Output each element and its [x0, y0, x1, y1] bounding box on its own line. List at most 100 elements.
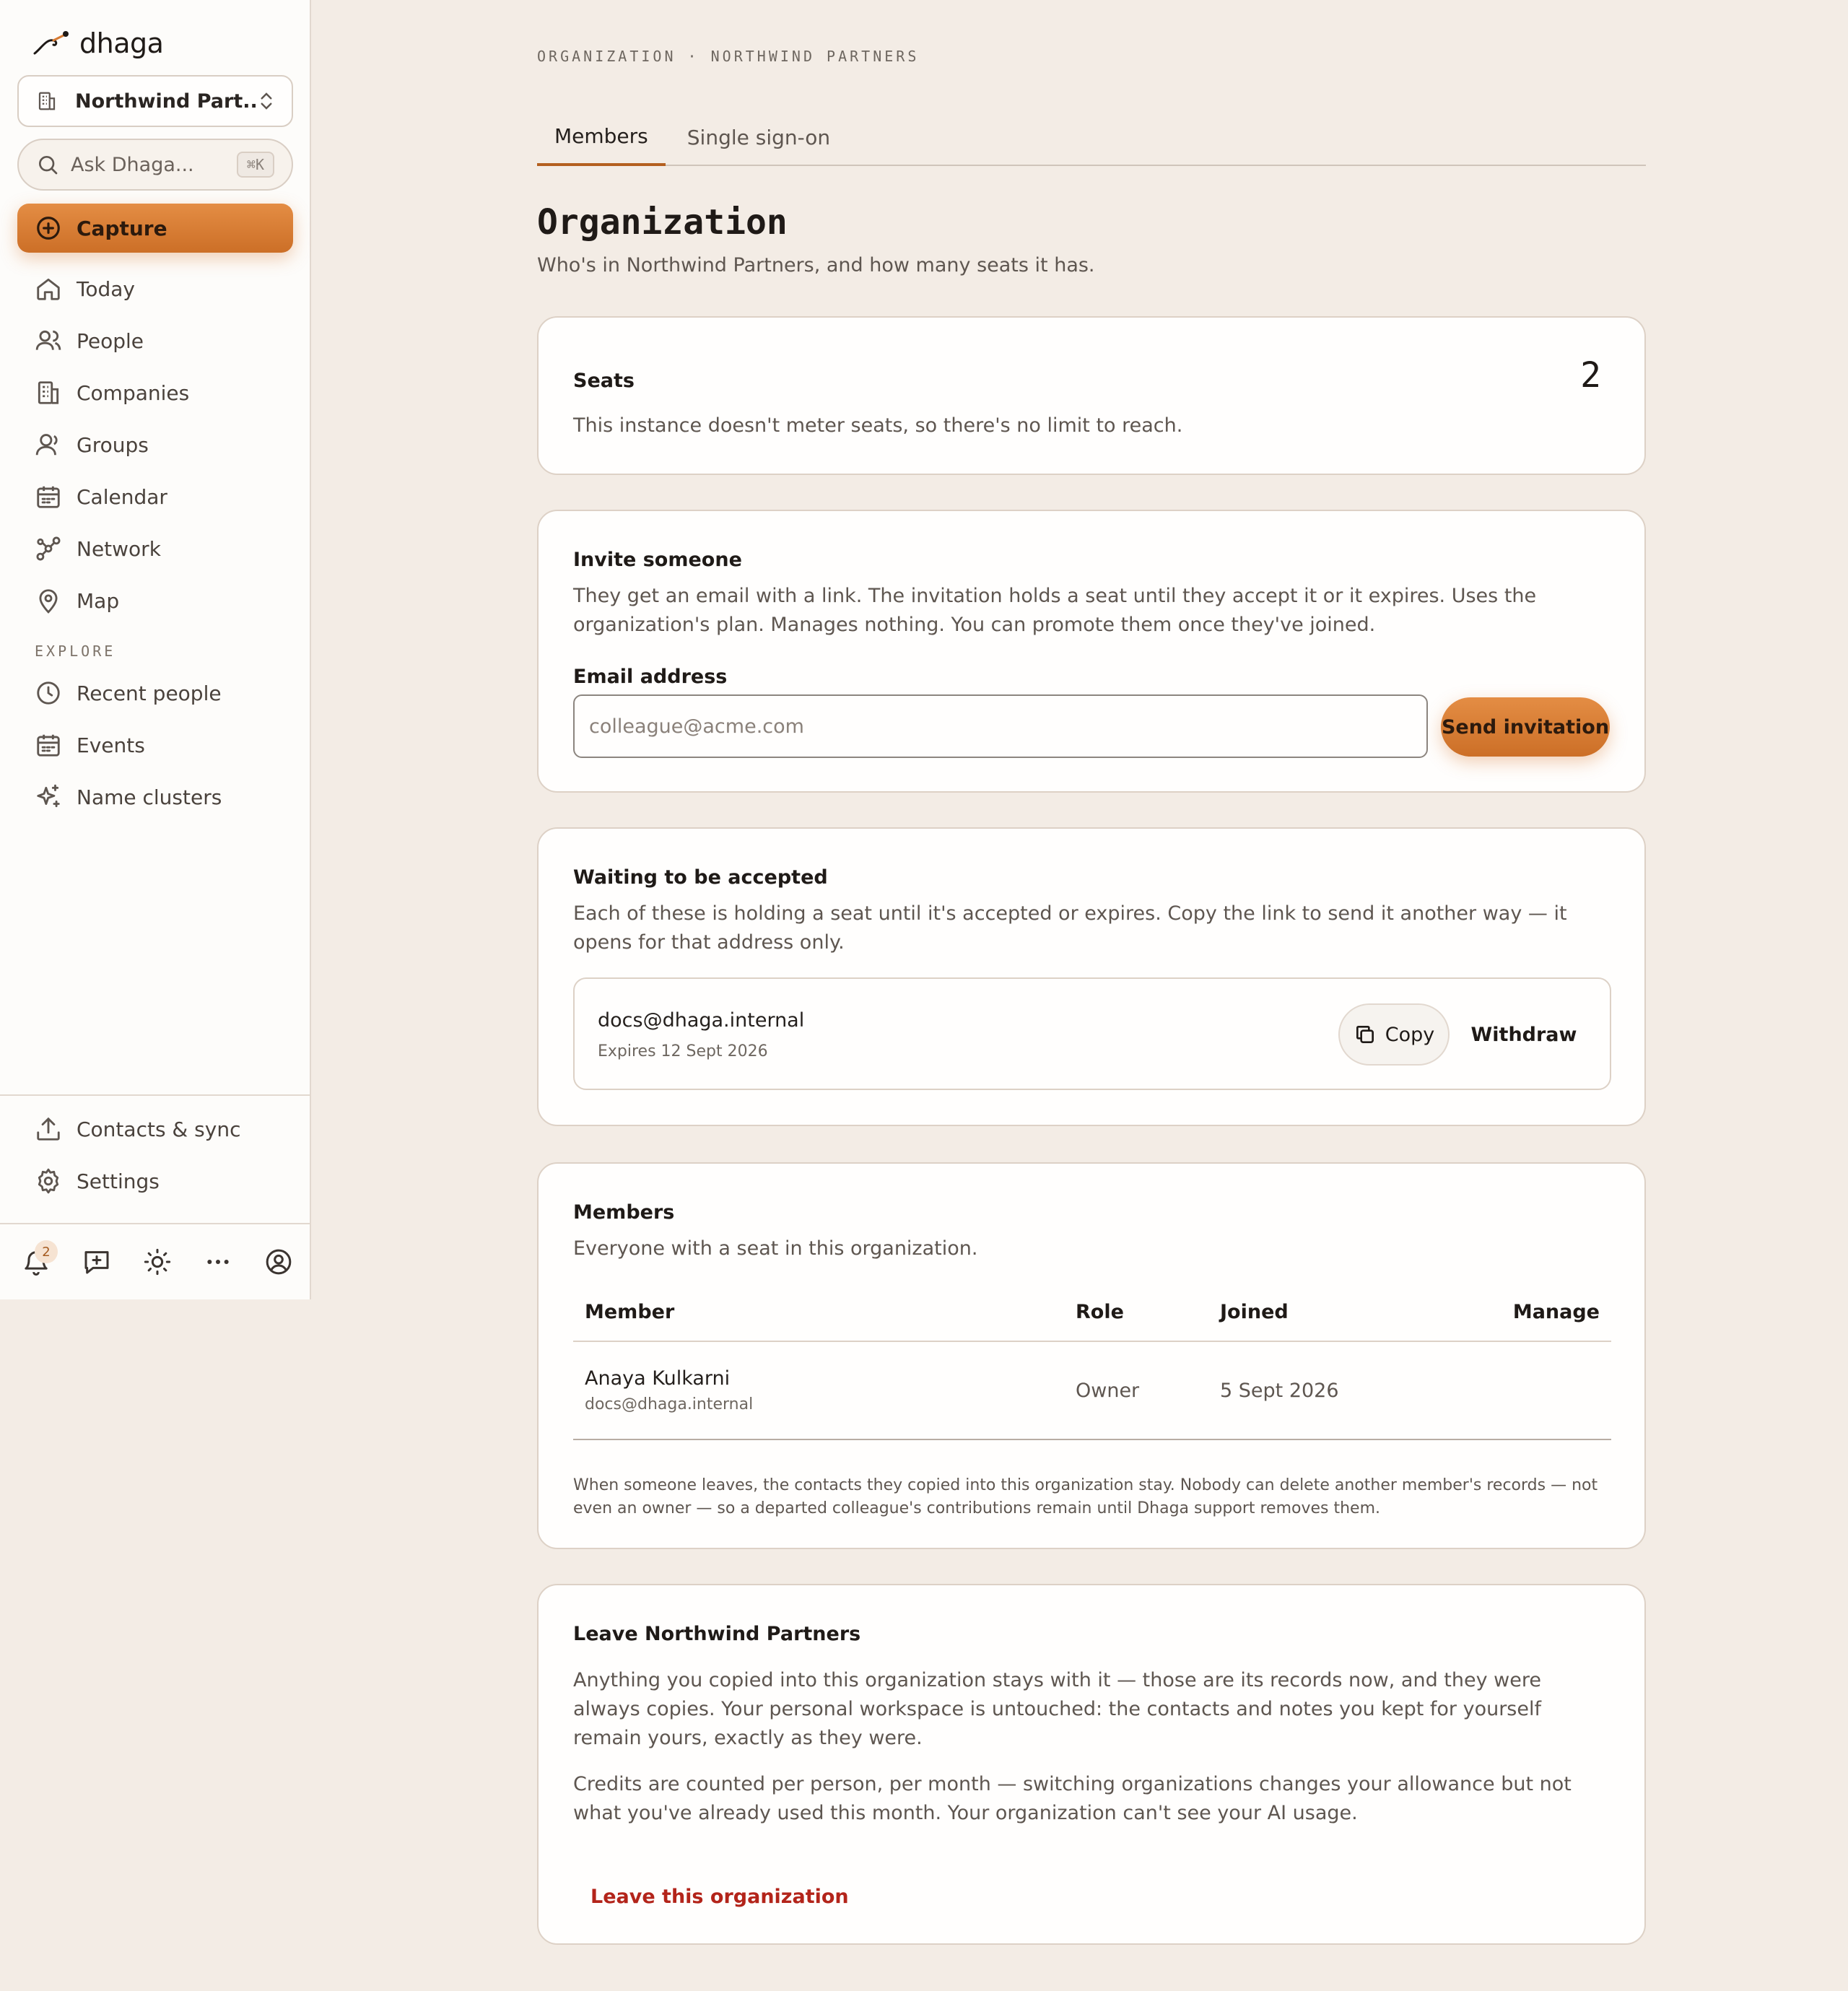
- page-title: Organization: [537, 202, 788, 243]
- logo[interactable]: dhaga: [32, 27, 164, 59]
- sidebar-item-people[interactable]: People: [0, 315, 310, 367]
- copy-icon: [1356, 1026, 1374, 1043]
- network-icon: [36, 536, 61, 561]
- sidebar-item-label: Today: [77, 276, 135, 301]
- main-nav: Today People Companies Groups Calendar N…: [0, 263, 310, 823]
- shortcut-badge: ⌘K: [236, 152, 274, 178]
- column-header-manage: Manage: [1468, 1284, 1611, 1342]
- sidebar-item-label: Calendar: [77, 484, 167, 509]
- sidebar-item-events[interactable]: Events: [0, 719, 310, 771]
- gear-icon: [38, 1168, 59, 1194]
- sidebar-item-name-clusters[interactable]: Name clusters: [0, 771, 310, 823]
- column-header-member: Member: [573, 1284, 1064, 1342]
- members-card: Members Everyone with a seat in this org…: [537, 1162, 1646, 1549]
- sidebar-item-network[interactable]: Network: [0, 523, 310, 575]
- sidebar-item-contacts-sync[interactable]: Contacts & sync: [0, 1103, 310, 1155]
- message-plus-icon: [84, 1251, 109, 1274]
- theme-toggle-button[interactable]: [143, 1247, 172, 1276]
- leave-title: Leave Northwind Partners: [573, 1623, 861, 1645]
- search-icon: [39, 156, 58, 175]
- member-manage: [1468, 1341, 1611, 1440]
- upload-icon: [37, 1117, 60, 1141]
- member-cell: Anaya Kulkarni docs@dhaga.internal: [573, 1341, 1064, 1440]
- logo-text: dhaga: [79, 27, 164, 59]
- member-name: Anaya Kulkarni: [585, 1367, 731, 1390]
- ask-dhaga-search[interactable]: Ask Dhaga... ⌘K: [17, 139, 293, 191]
- table-row: Anaya Kulkarni docs@dhaga.internal Owner…: [573, 1341, 1611, 1440]
- org-switcher[interactable]: Northwind Part...: [17, 75, 293, 127]
- pending-invites-card: Waiting to be accepted Each of these is …: [537, 827, 1646, 1126]
- member-role: Owner: [1064, 1341, 1208, 1440]
- capture-label: Capture: [77, 216, 167, 240]
- notification-badge: 2: [35, 1240, 58, 1263]
- members-description: Everyone with a seat in this organizatio…: [573, 1237, 978, 1260]
- seats-card: Seats 2 This instance doesn't meter seat…: [537, 316, 1646, 475]
- chevron-up-down-icon: [261, 92, 272, 110]
- notifications-button[interactable]: 2: [22, 1240, 58, 1276]
- building-icon: [38, 92, 56, 110]
- plus-circle-icon: [37, 217, 60, 240]
- pending-invite-expiry: Expires 12 Sept 2026: [598, 1042, 768, 1060]
- members-table: Member Role Joined Manage Anaya Kulkarni…: [573, 1284, 1611, 1440]
- pending-description: Each of these is holding a seat until it…: [573, 902, 1567, 954]
- invite-description: They get an email with a link. The invit…: [573, 585, 1537, 636]
- table-header-row: Member Role Joined Manage: [573, 1284, 1611, 1342]
- tab-members[interactable]: Members: [537, 108, 666, 166]
- leave-paragraph-2: Credits are counted per person, per mont…: [573, 1773, 1572, 1824]
- tab-bar: Members Single sign-on: [537, 108, 1646, 166]
- send-invitation-button[interactable]: Send invitation: [1441, 697, 1610, 757]
- account-button[interactable]: [264, 1247, 293, 1276]
- pending-title: Waiting to be accepted: [573, 866, 828, 889]
- sidebar-item-companies[interactable]: Companies: [0, 367, 310, 419]
- member-joined: 5 Sept 2026: [1208, 1341, 1468, 1440]
- pending-invite-row: docs@dhaga.internal Expires 12 Sept 2026…: [573, 977, 1611, 1090]
- user-circle-icon: [266, 1249, 292, 1275]
- calendar-icon: [37, 486, 60, 508]
- leave-organization-button[interactable]: Leave this organization: [573, 1871, 866, 1922]
- home-icon: [37, 278, 60, 300]
- sidebar-item-groups[interactable]: Groups: [0, 419, 310, 471]
- email-input[interactable]: [573, 694, 1428, 758]
- email-label: Email address: [573, 666, 728, 688]
- feedback-button[interactable]: [82, 1247, 111, 1276]
- clock-icon: [37, 681, 60, 705]
- sidebar-item-label: Recent people: [77, 681, 222, 705]
- map-pin-icon: [39, 589, 58, 614]
- members-note: When someone leaves, the contacts they c…: [573, 1476, 1598, 1517]
- leave-paragraph-1: Anything you copied into this organizati…: [573, 1669, 1541, 1749]
- more-button[interactable]: [204, 1247, 232, 1276]
- sidebar-item-label: Groups: [77, 432, 149, 457]
- sidebar-item-label: Settings: [77, 1169, 160, 1193]
- sidebar-item-recent-people[interactable]: Recent people: [0, 667, 310, 719]
- sidebar-item-settings[interactable]: Settings: [0, 1155, 310, 1207]
- sidebar: dhaga Northwind Part... Ask Dhaga... ⌘K …: [0, 0, 311, 1299]
- group-icon: [35, 434, 58, 456]
- seats-description: This instance doesn't meter seats, so th…: [573, 414, 1183, 437]
- member-email: docs@dhaga.internal: [585, 1395, 754, 1413]
- sidebar-item-calendar[interactable]: Calendar: [0, 471, 310, 523]
- dhaga-logo-icon: [33, 31, 69, 55]
- invite-title: Invite someone: [573, 549, 742, 571]
- breadcrumb: ORGANIZATION · NORTHWIND PARTNERS: [537, 48, 920, 65]
- sidebar-footer: 2: [0, 1223, 310, 1299]
- copy-label: Copy: [1385, 1023, 1435, 1046]
- seats-count: 2: [1580, 355, 1601, 396]
- withdraw-button[interactable]: Withdraw: [1460, 1003, 1588, 1066]
- ask-placeholder: Ask Dhaga...: [71, 153, 194, 176]
- copy-link-button[interactable]: Copy: [1338, 1003, 1450, 1066]
- page-subtitle: Who's in Northwind Partners, and how man…: [537, 254, 1095, 276]
- sparkle-icon: [37, 784, 60, 808]
- people-icon: [35, 330, 61, 350]
- capture-button[interactable]: Capture: [17, 204, 293, 253]
- explore-section-label: EXPLORE: [35, 642, 116, 660]
- sidebar-item-map[interactable]: Map: [0, 575, 310, 627]
- sidebar-item-today[interactable]: Today: [0, 263, 310, 315]
- sidebar-item-label: Name clusters: [77, 785, 222, 809]
- sidebar-item-label: Companies: [77, 380, 190, 405]
- building-icon: [38, 381, 59, 404]
- sun-icon: [144, 1248, 171, 1276]
- org-switcher-label: Northwind Part...: [75, 90, 258, 113]
- more-horizontal-icon: [207, 1260, 229, 1264]
- tab-single-sign-on[interactable]: Single sign-on: [670, 108, 847, 166]
- sidebar-item-label: Contacts & sync: [77, 1117, 241, 1141]
